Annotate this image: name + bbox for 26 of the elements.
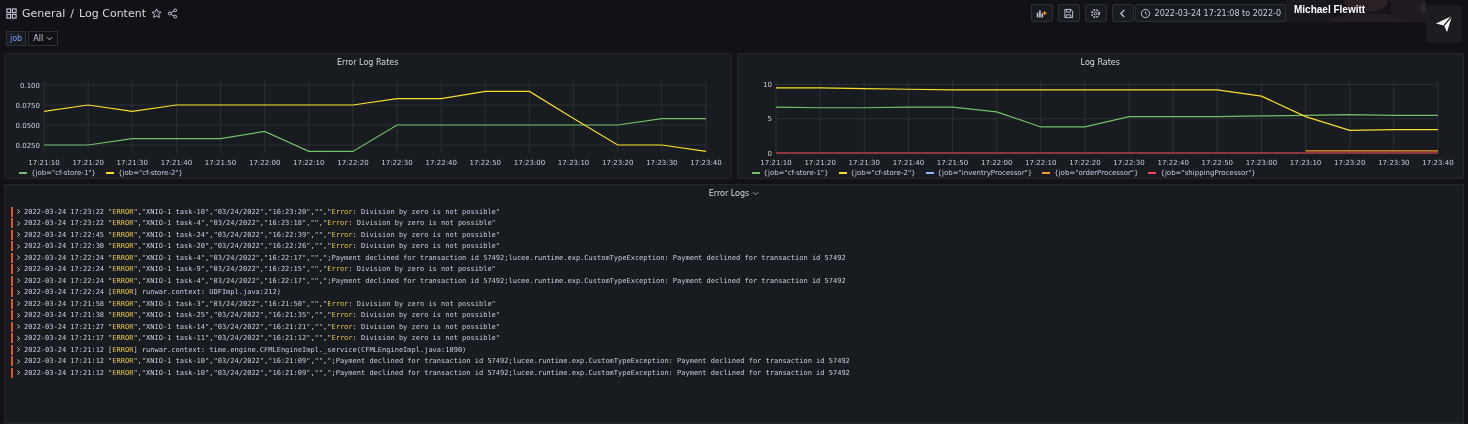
panel-title: Error Log Rates bbox=[337, 57, 399, 69]
bar-chart-plus-icon bbox=[1036, 7, 1048, 19]
settings-button[interactable] bbox=[1084, 4, 1107, 22]
paper-plane-icon bbox=[1434, 14, 1454, 34]
folder-link[interactable]: General bbox=[22, 6, 66, 20]
shift-back-button[interactable] bbox=[1111, 4, 1134, 22]
variable-dropdown[interactable]: All bbox=[28, 30, 59, 46]
dashboard-title: Log Content bbox=[79, 6, 146, 20]
save-icon bbox=[1063, 7, 1075, 19]
save-button[interactable] bbox=[1057, 4, 1080, 22]
add-panel-button[interactable] bbox=[1030, 4, 1053, 22]
caret-icon bbox=[46, 35, 54, 41]
participant-name: Michael Flewitt bbox=[1294, 4, 1366, 15]
variable-label: job bbox=[6, 30, 27, 46]
clock-icon bbox=[1139, 7, 1151, 19]
caret-icon[interactable] bbox=[752, 191, 760, 196]
star-icon[interactable] bbox=[151, 7, 162, 19]
dashboards-icon[interactable] bbox=[6, 7, 17, 19]
breadcrumb-separator: / bbox=[70, 6, 75, 20]
panel-title[interactable]: Error Logs bbox=[708, 189, 750, 198]
panel-title: Log Rates bbox=[1080, 57, 1120, 69]
settings-icon bbox=[1090, 7, 1102, 19]
send-button[interactable] bbox=[1426, 5, 1462, 43]
time-range-picker[interactable]: 2022-03-24 17:21:08 to 2022-0 bbox=[1134, 4, 1286, 22]
share-icon[interactable] bbox=[167, 7, 178, 19]
chevron-left-icon bbox=[1119, 7, 1127, 19]
